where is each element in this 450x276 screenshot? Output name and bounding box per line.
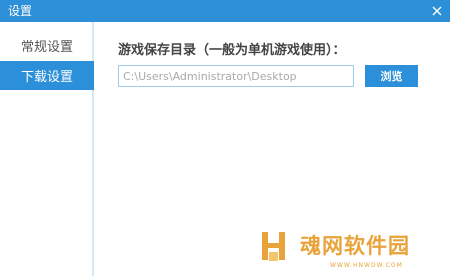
window-title: 设置 — [8, 4, 33, 18]
close-button[interactable] — [428, 2, 446, 20]
close-icon — [432, 6, 442, 16]
watermark-url: WWW.HNWDW.COM — [330, 262, 403, 269]
watermark-title: 魂网软件园 — [300, 234, 410, 258]
title-bar[interactable]: 设置 — [0, 0, 450, 22]
sidebar-item-label: 常规设置 — [20, 40, 73, 55]
settings-sidebar: 常规设置 下载设置 — [0, 22, 94, 276]
watermark-logo-icon — [262, 232, 285, 261]
site-watermark: 魂网软件园 WWW.HNWDW.COM — [250, 222, 450, 272]
settings-window: 设置 常规设置 下载设置 游戏保存目录（一般为单机游戏使用）： 浏览 魂网软件园… — [0, 0, 450, 276]
sidebar-item-general-settings[interactable]: 常规设置 — [0, 31, 94, 60]
save-path-input[interactable] — [118, 65, 354, 87]
sidebar-item-download-settings[interactable]: 下载设置 — [0, 61, 94, 90]
sidebar-item-label: 下载设置 — [20, 70, 73, 85]
game-save-directory-label: 游戏保存目录（一般为单机游戏使用）： — [118, 43, 346, 58]
browse-button[interactable]: 浏览 — [365, 65, 418, 87]
